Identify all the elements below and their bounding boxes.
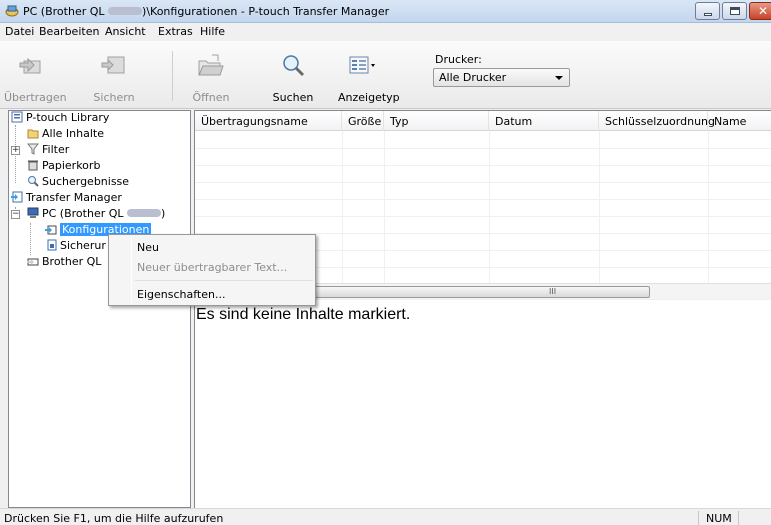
tree-connector [30,223,31,255]
title-bar: PC (Brother QL )\Konfigurationen - P-tou… [0,0,771,23]
menu-datei[interactable]: Datei [5,25,34,38]
uebertragen-button[interactable]: Übertragen [4,45,67,107]
anzeigetyp-button[interactable]: Anzeigetyp [338,45,400,107]
sichern-button[interactable]: Sichern [86,45,142,107]
column-schluesselzuordnung[interactable]: Schlüsselzuordnung [599,111,715,131]
tree-item-transfer-manager[interactable]: Transfer Manager [11,191,122,207]
grip-icon: III [549,287,557,296]
grid-line [342,131,343,288]
configuration-folder-icon [45,225,57,235]
drucker-label: Drucker: [435,53,482,66]
computer-icon [27,207,39,218]
search-results-icon [28,176,39,187]
grid-line [195,148,771,149]
suchen-button[interactable]: Suchen [270,45,316,107]
expand-filter-button[interactable]: + [11,146,20,155]
drucker-dropdown[interactable]: Alle Drucker [433,68,570,87]
close-button[interactable]: ✕ [749,2,771,20]
status-bar: Drücken Sie F1, um die Hilfe aufzurufen … [0,508,771,525]
menu-item-neu[interactable]: Neu [137,241,159,254]
oeffnen-button[interactable]: Öffnen [188,45,234,107]
backup-folder-icon [47,239,57,251]
column-groesse[interactable]: Größe [342,111,384,131]
menu-bar: Datei Bearbeiten Ansicht Extras Hilfe [0,23,771,41]
column-typ[interactable]: Typ [384,111,489,131]
column-datum[interactable]: Datum [489,111,599,131]
window-title: PC (Brother QL )\Konfigurationen - P-tou… [23,5,390,18]
no-content-message: Es sind keine Inhalte markiert. [196,306,411,323]
transfer-icon [19,57,41,74]
open-icon [198,54,224,76]
menu-bearbeiten[interactable]: Bearbeiten [39,25,99,38]
menu-item-neuer-text[interactable]: Neuer übertragbarer Text... [137,261,287,274]
transfer-manager-icon [11,191,23,203]
context-menu: Neu Neuer übertragbarer Text... Eigensch… [108,234,316,306]
grid-line [195,199,771,200]
minimize-icon [704,13,712,16]
grid-line [195,216,771,217]
grid-line [384,131,385,288]
grid-line [599,131,600,288]
num-lock-indicator: NUM [706,512,732,525]
grid-line [708,131,709,288]
collapse-pc-button[interactable]: − [11,210,20,219]
grid-line [195,182,771,183]
filter-icon [27,143,39,155]
printer-icon [27,258,39,266]
trash-icon [28,160,38,171]
app-icon [5,5,19,17]
tree-item-papierkorb[interactable]: Papierkorb [27,159,100,175]
tree-item-pc[interactable]: PC (Brother QL ) [27,207,165,223]
menu-extras[interactable]: Extras [158,25,193,38]
status-separator [738,511,739,525]
preview-pane: Es sind keine Inhalte markiert. [194,300,771,508]
column-uebertragungsname[interactable]: Übertragungsname [195,111,342,131]
menu-hilfe[interactable]: Hilfe [200,25,225,38]
menu-separator [135,280,313,281]
close-icon: ✕ [758,4,769,18]
status-help-text: Drücken Sie F1, um die Hilfe aufzurufen [4,512,224,525]
folder-icon [27,129,39,139]
tree-item-suchergebnisse[interactable]: Suchergebnisse [27,175,129,191]
menu-item-eigenschaften[interactable]: Eigenschaften... [137,288,225,301]
search-icon [283,55,305,77]
drucker-value: Alle Drucker [439,71,507,84]
status-separator [698,511,699,525]
tree-item-filter[interactable]: Filter [27,143,69,159]
backup-icon [101,56,125,74]
minimize-button[interactable] [695,2,720,20]
toolbar-separator [172,51,173,101]
maximize-icon [730,7,740,15]
column-name[interactable]: Name [708,111,771,131]
list-header: Übertragungsname Größe Typ Datum Schlüss… [195,111,771,131]
redacted-serial [108,7,143,15]
redacted-serial [127,209,162,217]
view-type-icon [349,56,375,74]
scrollbar-thumb[interactable]: III [314,286,650,298]
menu-gutter [131,237,132,303]
tree-view[interactable]: P-touch Library Alle Inhalte + Filter Pa… [8,110,191,508]
grid-line [489,131,490,288]
maximize-button[interactable] [722,2,747,20]
chevron-down-icon [555,76,563,80]
tree-item-alle-inhalte[interactable]: Alle Inhalte [27,127,104,143]
tree-item-library[interactable]: P-touch Library [11,111,109,127]
grid-line [195,165,771,166]
library-icon [11,111,23,123]
tree-item-sicherung[interactable]: Sicherur [45,239,106,255]
toolbar: Übertragen Sichern Öffnen Suchen Anzeige… [0,41,771,109]
tree-item-brother[interactable]: Brother QL [27,255,101,271]
menu-ansicht[interactable]: Ansicht [105,25,146,38]
